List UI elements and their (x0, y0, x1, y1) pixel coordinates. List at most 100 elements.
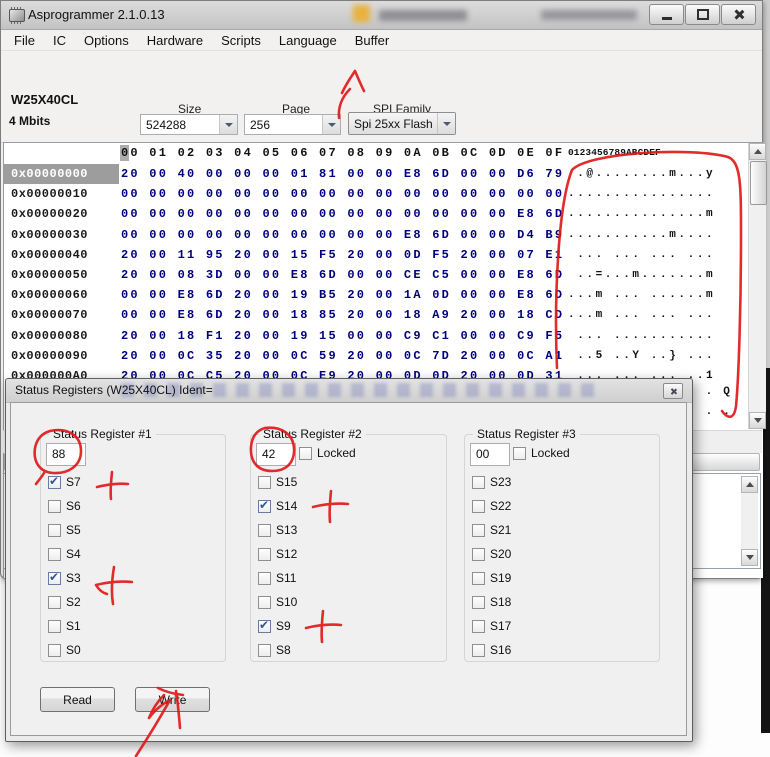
status-bit-s13[interactable]: S13 (258, 523, 297, 537)
status-register-group-2: Status Register #242LockedS15S14S13S12S1… (250, 434, 447, 662)
hex-row[interactable]: 0x0000000020 00 40 00 00 00 01 81 00 00 … (4, 164, 748, 184)
spi-family-value: Spi 25xx Flash (349, 117, 437, 131)
hex-bytes[interactable]: 00 00 E8 6D 20 00 19 B5 20 00 1A 0D 00 0… (121, 285, 564, 305)
bit-label: S5 (66, 523, 81, 537)
hex-row[interactable]: 0x0000005020 00 08 3D 00 00 E8 6D 00 00 … (4, 265, 748, 285)
write-registers-button[interactable]: Write (135, 687, 210, 712)
read-registers-button[interactable]: Read (40, 687, 115, 712)
minimize-button[interactable] (649, 4, 684, 25)
hex-row[interactable]: 0x0000007000 00 E8 6D 20 00 18 85 20 00 … (4, 305, 748, 325)
status-bit-s16[interactable]: S16 (472, 643, 511, 657)
group-label: Status Register #3 (473, 427, 580, 441)
hex-bytes[interactable]: 00 00 E8 6D 20 00 18 85 20 00 18 A9 20 0… (121, 305, 564, 325)
hex-scrollbar[interactable] (748, 143, 766, 429)
chip-capacity: 4 Mbits (9, 114, 50, 128)
status-bit-s6[interactable]: S6 (48, 499, 81, 513)
scroll-down-button[interactable] (749, 412, 766, 429)
hex-bytes[interactable]: 00 00 00 00 00 00 00 00 00 00 00 00 00 0… (121, 184, 564, 204)
size-dropdown[interactable] (219, 115, 237, 134)
status-bit-s11[interactable]: S11 (258, 571, 296, 585)
scroll-up-icon (746, 482, 754, 487)
scroll-thumb[interactable] (750, 161, 767, 205)
status-bit-s19[interactable]: S19 (472, 571, 511, 585)
status-bit-s2[interactable]: S2 (48, 595, 81, 609)
hex-row[interactable]: 0x0000003000 00 00 00 00 00 00 00 00 00 … (4, 225, 748, 245)
status-bit-s18[interactable]: S18 (472, 595, 511, 609)
hex-address: 0x00000060 (4, 285, 119, 305)
locked-label: Locked (531, 446, 570, 460)
app-icon (9, 9, 25, 22)
hex-bytes[interactable]: 00 00 00 00 00 00 00 00 00 00 00 00 00 0… (121, 204, 564, 224)
spi-family-combobox[interactable]: Spi 25xx Flash (348, 112, 456, 135)
hex-bytes[interactable]: 20 00 08 3D 00 00 E8 6D 00 00 CE C5 00 0… (121, 265, 564, 285)
checkbox-box (258, 476, 271, 489)
hex-bytes[interactable]: 20 00 18 F1 20 00 19 15 00 00 C9 C1 00 0… (121, 326, 564, 346)
menu-item-options[interactable]: Options (75, 31, 138, 50)
bit-label: S14 (276, 499, 297, 513)
bit-label: S16 (490, 643, 511, 657)
menu-item-hardware[interactable]: Hardware (138, 31, 212, 50)
page-combobox[interactable]: 256 (244, 114, 341, 135)
status-bit-s22[interactable]: S22 (472, 499, 511, 513)
hex-row[interactable]: 0x0000004020 00 11 95 20 00 15 F5 20 00 … (4, 245, 748, 265)
log-scrollbar[interactable] (741, 476, 758, 566)
status-bit-s8[interactable]: S8 (258, 643, 291, 657)
log-scroll-down-button[interactable] (741, 549, 758, 566)
checkbox-box (472, 548, 485, 561)
status-bit-s9[interactable]: S9 (258, 619, 291, 633)
hex-row[interactable]: 0x0000002000 00 00 00 00 00 00 00 00 00 … (4, 204, 748, 224)
hex-bytes[interactable]: 20 00 0C 35 20 00 0C 59 20 00 0C 7D 20 0… (121, 346, 564, 366)
close-button[interactable] (721, 4, 756, 25)
hex-ascii-fragment: ... (688, 406, 741, 418)
status-bit-s10[interactable]: S10 (258, 595, 297, 609)
register-value-field[interactable]: 00 (470, 443, 510, 466)
bit-label: S23 (490, 475, 511, 489)
status-bit-s4[interactable]: S4 (48, 547, 81, 561)
hex-row[interactable]: 0x0000008020 00 18 F1 20 00 19 15 00 00 … (4, 326, 748, 346)
checkbox-box (258, 596, 271, 609)
page-dropdown[interactable] (322, 115, 340, 134)
hex-bytes[interactable]: 00 00 00 00 00 00 00 00 00 00 E8 6D 00 0… (121, 225, 564, 245)
status-bit-s0[interactable]: S0 (48, 643, 81, 657)
bit-label: S1 (66, 619, 81, 633)
spi-family-dropdown[interactable] (437, 113, 455, 134)
menu-item-ic[interactable]: IC (44, 31, 75, 50)
register-value-field[interactable]: 88 (46, 443, 86, 466)
hex-bytes[interactable]: 20 00 40 00 00 00 01 81 00 00 E8 6D 00 0… (121, 164, 564, 184)
status-bit-s14[interactable]: S14 (258, 499, 297, 513)
locked-checkbox[interactable]: Locked (513, 446, 570, 460)
scroll-up-button[interactable] (749, 143, 766, 160)
status-registers-dialog: Status Registers (W25X40CL) Ident= Statu… (5, 378, 693, 742)
hex-address: 0x00000070 (4, 305, 119, 325)
status-bit-s23[interactable]: S23 (472, 475, 511, 489)
status-bit-s7[interactable]: S7 (48, 475, 81, 489)
register-value-field[interactable]: 42 (256, 443, 296, 466)
menu-item-language[interactable]: Language (270, 31, 346, 50)
log-scroll-up-button[interactable] (741, 476, 758, 493)
hex-bytes[interactable]: 20 00 11 95 20 00 15 F5 20 00 0D F5 20 0… (121, 245, 564, 265)
menu-item-scripts[interactable]: Scripts (212, 31, 270, 50)
scroll-down-icon (754, 418, 762, 423)
bit-label: S19 (490, 571, 511, 585)
status-bit-s20[interactable]: S20 (472, 547, 511, 561)
status-bit-s3[interactable]: S3 (48, 571, 81, 585)
scroll-down-icon (746, 555, 754, 560)
size-combobox[interactable]: 524288 (140, 114, 238, 135)
status-bit-s5[interactable]: S5 (48, 523, 81, 537)
checkbox-box (472, 644, 485, 657)
maximize-button[interactable] (685, 4, 720, 25)
status-bit-s12[interactable]: S12 (258, 547, 297, 561)
status-bit-s15[interactable]: S15 (258, 475, 297, 489)
locked-checkbox[interactable]: Locked (299, 446, 356, 460)
menu-item-buffer[interactable]: Buffer (346, 31, 398, 50)
checkbox-box (472, 524, 485, 537)
status-bit-s17[interactable]: S17 (472, 619, 511, 633)
status-bit-s1[interactable]: S1 (48, 619, 81, 633)
hex-row[interactable]: 0x0000001000 00 00 00 00 00 00 00 00 00 … (4, 184, 748, 204)
hex-row[interactable]: 0x0000006000 00 E8 6D 20 00 19 B5 20 00 … (4, 285, 748, 305)
status-bit-s21[interactable]: S21 (472, 523, 511, 537)
menu-item-file[interactable]: File (5, 31, 44, 50)
hex-address: 0x00000080 (4, 326, 119, 346)
dialog-close-button[interactable] (663, 383, 683, 399)
hex-row[interactable]: 0x0000009020 00 0C 35 20 00 0C 59 20 00 … (4, 346, 748, 366)
